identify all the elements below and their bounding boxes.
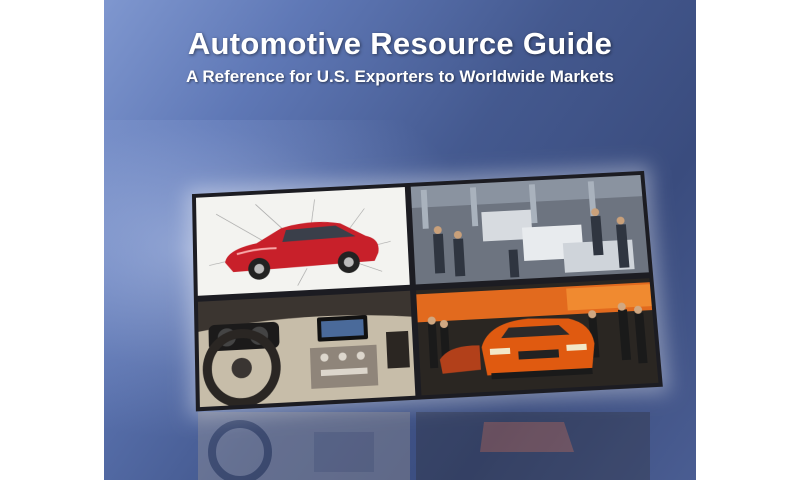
dashboard-icon	[197, 290, 416, 408]
guide-cover: Automotive Resource Guide A Reference fo…	[104, 0, 696, 480]
photo-collage	[191, 170, 663, 412]
car-icon	[416, 278, 659, 396]
collage-reflection	[194, 412, 654, 480]
cover-subtitle: A Reference for U.S. Exporters to Worldw…	[186, 67, 614, 86]
car-icon	[196, 187, 410, 286]
assembly-line-photo	[410, 174, 649, 285]
reflection-graphic	[198, 412, 650, 480]
cover-title: Automotive Resource Guide	[187, 26, 613, 61]
factory-icon	[410, 174, 649, 285]
red-car-diagram-photo	[195, 187, 410, 296]
auto-show-photo	[416, 278, 659, 396]
car-interior-photo	[197, 290, 416, 408]
